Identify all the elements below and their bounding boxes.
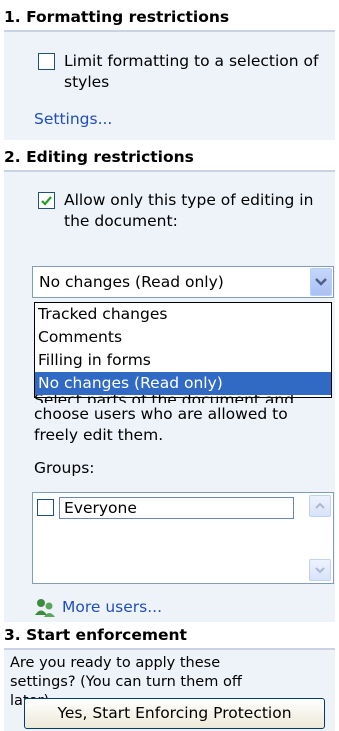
- limit-formatting-label-line2: styles: [64, 73, 110, 91]
- allow-editing-checkbox[interactable]: [38, 192, 55, 209]
- group-item-everyone[interactable]: Everyone: [59, 497, 294, 519]
- everyone-checkbox[interactable]: [37, 499, 54, 516]
- option-filling-in-forms[interactable]: Filling in forms: [35, 349, 331, 372]
- groups-label: Groups:: [34, 459, 95, 477]
- editing-type-dropdown[interactable]: No changes (Read only): [32, 266, 334, 298]
- enforcement-text-line2: settings? (You can turn them off: [10, 674, 242, 690]
- users-icon[interactable]: [34, 597, 56, 619]
- editing-restrictions-title: 2. Editing restrictions: [4, 148, 194, 166]
- start-enforcing-protection-button[interactable]: Yes, Start Enforcing Protection: [24, 698, 325, 729]
- allow-editing-label-line1: Allow only this type of editing in: [64, 191, 314, 209]
- more-users-link[interactable]: More users...: [62, 598, 162, 616]
- arrow-down-icon[interactable]: [309, 559, 331, 581]
- dropdown-selected-value: No changes (Read only): [39, 273, 224, 291]
- editing-help-line2: freely edit them.: [34, 426, 164, 444]
- groups-list[interactable]: Everyone: [32, 492, 334, 584]
- start-enforcement-title: 3. Start enforcement: [4, 626, 187, 644]
- arrow-up-icon[interactable]: [309, 495, 331, 517]
- editing-help-line1: choose users who are allowed to: [34, 405, 288, 423]
- limit-formatting-label-line1: Limit formatting to a selection of: [64, 52, 319, 70]
- editing-type-options-list[interactable]: Tracked changes Comments Filling in form…: [34, 302, 332, 398]
- limit-formatting-checkbox[interactable]: [38, 53, 55, 70]
- formatting-restrictions-title: 1. Formatting restrictions: [4, 8, 230, 26]
- formatting-settings-link[interactable]: Settings...: [34, 110, 112, 128]
- checkmark-icon: [41, 196, 52, 206]
- enforcement-text-line1: Are you ready to apply these: [10, 655, 221, 671]
- option-tracked-changes[interactable]: Tracked changes: [35, 303, 331, 326]
- option-no-changes[interactable]: No changes (Read only): [35, 372, 331, 395]
- allow-editing-label-line2: the document:: [64, 212, 178, 230]
- chevron-down-icon[interactable]: [310, 268, 332, 296]
- editing-help-partial: Select parts of the document and: [34, 395, 294, 403]
- option-comments[interactable]: Comments: [35, 326, 331, 349]
